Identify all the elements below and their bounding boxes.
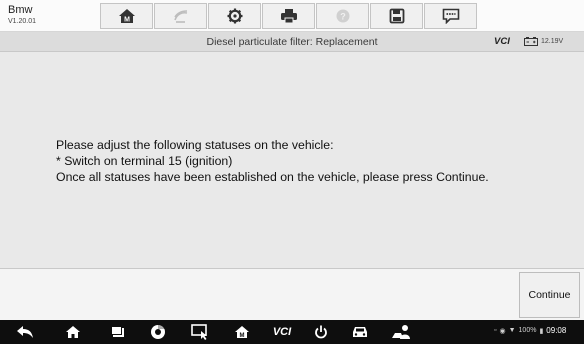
location-icon: ◉ <box>499 327 506 335</box>
home-icon: M <box>118 9 135 24</box>
toolbar-save-button[interactable] <box>370 3 423 29</box>
nav-recent-apps-button[interactable] <box>106 322 130 342</box>
battery-level: 100% <box>518 327 537 334</box>
nav-car-button[interactable] <box>348 322 372 342</box>
recent-apps-icon <box>111 326 124 337</box>
svg-text:?: ? <box>340 12 346 22</box>
nav-screenshot-button[interactable] <box>188 322 212 342</box>
wifi-icon: ▼ <box>508 327 516 334</box>
screenshot-icon <box>191 324 207 340</box>
message-panel: Please adjust the following statuses on … <box>0 52 584 268</box>
browser-icon <box>151 324 165 339</box>
toolbar-help-button[interactable]: ? <box>316 3 369 29</box>
vehicle-swap-icon <box>173 10 187 23</box>
system-nav-bar: M VCI ▫ ◉ ▼ 100% ▮ 09:08 <box>0 320 584 344</box>
message-line: Once all statuses have been established … <box>56 170 489 184</box>
back-icon <box>17 326 33 338</box>
toolbar-settings-button[interactable] <box>208 3 261 29</box>
action-bar: Continue <box>0 268 584 320</box>
message-line: Please adjust the following statuses on … <box>56 138 334 152</box>
top-toolbar: Bmw V1.20.01 M ? <box>0 0 584 32</box>
nav-power-button[interactable] <box>309 322 333 342</box>
toolbar-vehicle-swap-button[interactable] <box>154 3 207 29</box>
battery-voltage-icon <box>524 37 538 46</box>
shop-home-icon: M <box>235 326 249 339</box>
svg-text:M: M <box>240 333 245 339</box>
nav-mechanic-button[interactable] <box>390 322 414 342</box>
gear-icon <box>227 8 242 24</box>
battery-voltage: 12.19V <box>541 38 564 45</box>
clock: 09:08 <box>546 326 567 335</box>
car-icon <box>353 327 367 337</box>
battery-icon: ▮ <box>539 327 544 335</box>
mechanic-icon <box>392 325 410 339</box>
message-line: * Switch on terminal 15 (ignition) <box>56 154 233 168</box>
save-icon <box>389 8 404 24</box>
data-logging-icon <box>442 8 459 24</box>
home-icon <box>66 326 80 338</box>
toolbar-print-button[interactable] <box>262 3 315 29</box>
status-area: ▫ ◉ ▼ 100% ▮ 09:08 <box>494 326 566 335</box>
nav-vci-button[interactable]: VCI <box>270 322 294 342</box>
nav-home-button[interactable] <box>61 322 85 342</box>
function-title-bar: Diesel particulate filter: Replacement V… <box>0 32 584 52</box>
help-icon: ? <box>336 9 349 23</box>
vci-status: VCI <box>494 36 510 47</box>
toolbar-data-logging-button[interactable] <box>424 3 477 29</box>
power-icon <box>315 325 327 339</box>
svg-text:M: M <box>124 17 130 24</box>
message-icon: ▫ <box>494 327 497 334</box>
nav-back-button[interactable] <box>13 322 37 342</box>
print-icon <box>280 9 297 24</box>
nav-shop-home-button[interactable]: M <box>230 322 254 342</box>
app-name: Bmw <box>8 4 33 16</box>
nav-browser-button[interactable] <box>146 322 170 342</box>
toolbar-home-button[interactable]: M <box>100 3 153 29</box>
continue-button[interactable]: Continue <box>519 272 580 318</box>
app-version: V1.20.01 <box>8 18 37 25</box>
